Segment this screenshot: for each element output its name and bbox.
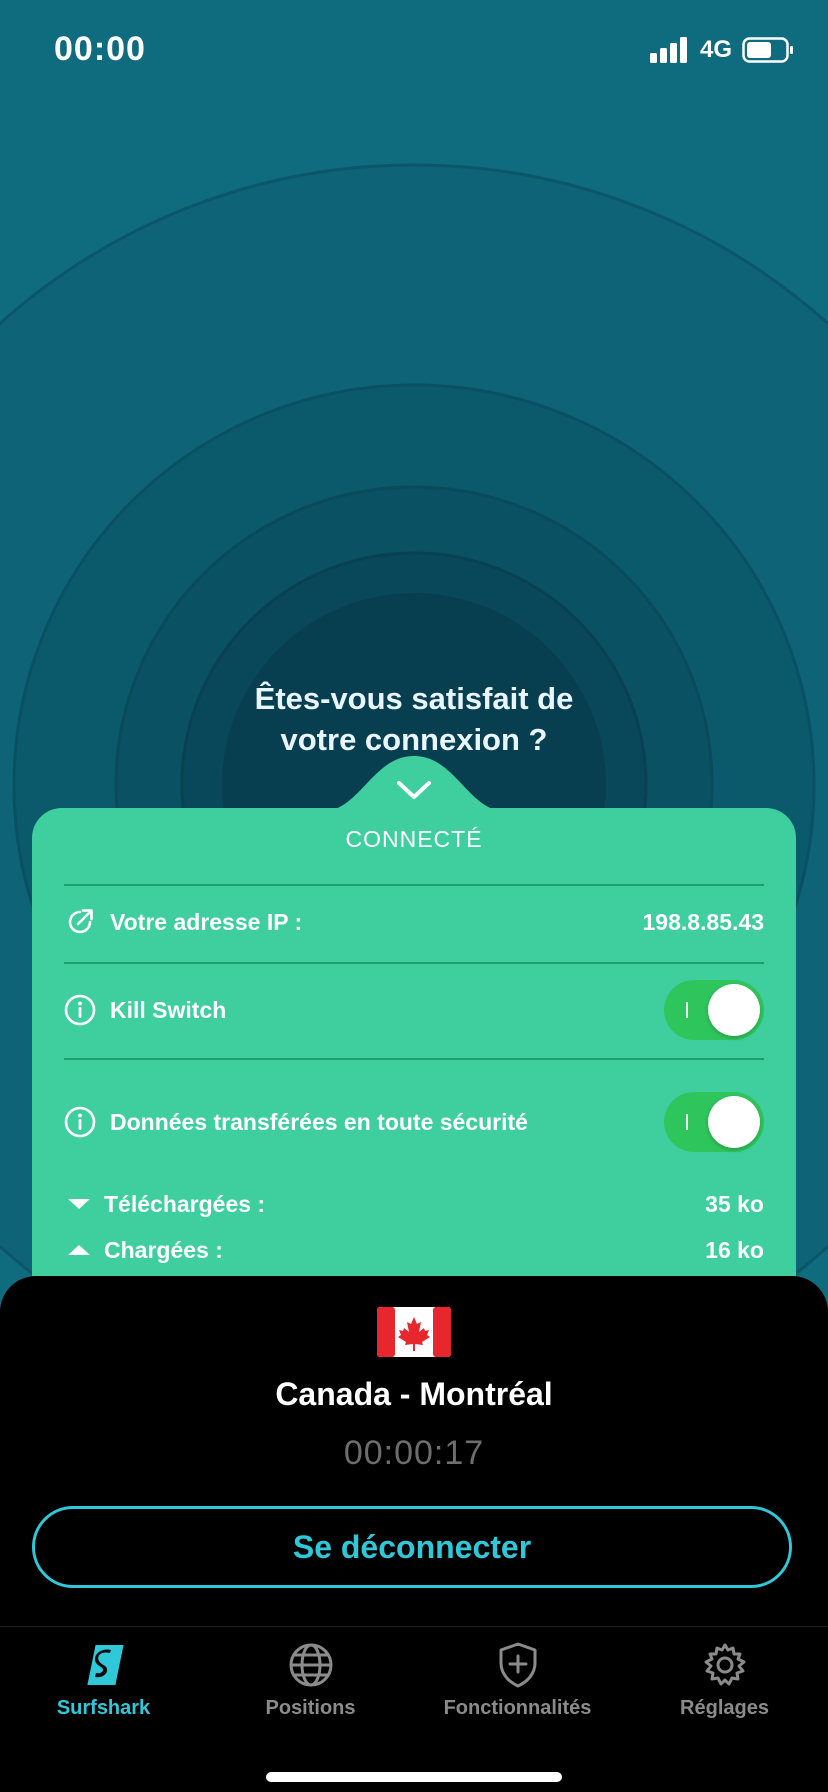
home-indicator — [266, 1772, 562, 1782]
toggle-knob — [708, 984, 760, 1036]
disconnect-button[interactable]: Se déconnecter — [32, 1506, 792, 1588]
uploaded-label: Chargées : — [104, 1236, 223, 1263]
tab-label: Fonctionnalités — [443, 1697, 592, 1719]
tab-label: Réglages — [680, 1697, 769, 1719]
external-link-icon — [68, 909, 93, 934]
kill-switch-label: Kill Switch — [110, 996, 227, 1023]
divider — [64, 884, 764, 886]
downloaded-label: Téléchargées : — [104, 1190, 266, 1217]
downloaded-row: Téléchargées : 35 ko — [64, 1186, 764, 1222]
download-arrow-icon — [68, 1199, 90, 1209]
toggle-on-mark — [686, 1114, 688, 1130]
connection-status: CONNECTÉ — [345, 826, 483, 852]
tab-surfshark[interactable]: Surfshark — [0, 1627, 207, 1747]
tab-bar: Surfshark Positions Fonctionnalités Régl… — [0, 1626, 828, 1747]
connection-timer: 00:00:17 — [343, 1434, 485, 1472]
battery-icon — [742, 37, 793, 63]
kill-switch-row: Kill Switch — [64, 978, 764, 1042]
downloaded-value: 35 ko — [705, 1190, 764, 1217]
divider — [64, 962, 764, 964]
chevron-down-icon[interactable] — [394, 778, 434, 804]
ip-value: 198.8.85.43 — [642, 908, 764, 935]
info-icon[interactable] — [64, 994, 96, 1026]
canada-flag-icon — [377, 1307, 451, 1357]
connection-card: CONNECTÉ Votre adresse IP : 198.8.85.43 … — [32, 808, 796, 1288]
status-bar: 00:00 4G — [0, 0, 828, 100]
kill-switch-toggle[interactable] — [664, 980, 764, 1040]
globe-icon — [289, 1643, 332, 1687]
server-location: Canada - Montréal — [275, 1376, 553, 1412]
divider — [64, 1058, 764, 1060]
tab-positions[interactable]: Positions — [207, 1627, 414, 1747]
gear-icon — [704, 1643, 745, 1686]
secure-data-row: Données transférées en toute sécurité — [64, 1090, 764, 1154]
tab-label: Positions — [265, 1697, 356, 1719]
toggle-on-mark — [686, 1002, 688, 1018]
uploaded-row: Chargées : 16 ko — [64, 1232, 764, 1268]
ip-address-row: Votre adresse IP : 198.8.85.43 — [64, 902, 764, 942]
question-line-1: Êtes-vous satisfait de — [254, 681, 574, 716]
bottom-sheet: Canada - Montréal 00:00:17 Se déconnecte… — [0, 1276, 828, 1792]
secure-data-label: Données transférées en toute sécurité — [110, 1108, 528, 1135]
satisfaction-question: Êtes-vous satisfait de votre connexion ? — [0, 678, 828, 760]
ip-label: Votre adresse IP : — [110, 908, 303, 935]
secure-data-toggle[interactable] — [664, 1092, 764, 1152]
network-type: 4G — [699, 36, 732, 63]
tab-settings[interactable]: Réglages — [621, 1627, 828, 1747]
tab-features[interactable]: Fonctionnalités — [414, 1627, 621, 1747]
question-line-2: votre connexion ? — [280, 722, 548, 757]
toggle-knob — [708, 1096, 760, 1148]
surfshark-logo-icon — [86, 1645, 124, 1685]
shield-plus-icon — [499, 1642, 536, 1688]
uploaded-value: 16 ko — [705, 1236, 764, 1263]
signal-icon — [649, 37, 687, 63]
info-icon[interactable] — [64, 1106, 96, 1138]
tab-label: Surfshark — [56, 1697, 151, 1719]
status-indicators: 4G — [649, 36, 794, 64]
status-time: 00:00 — [54, 30, 146, 68]
upload-arrow-icon — [68, 1245, 90, 1255]
